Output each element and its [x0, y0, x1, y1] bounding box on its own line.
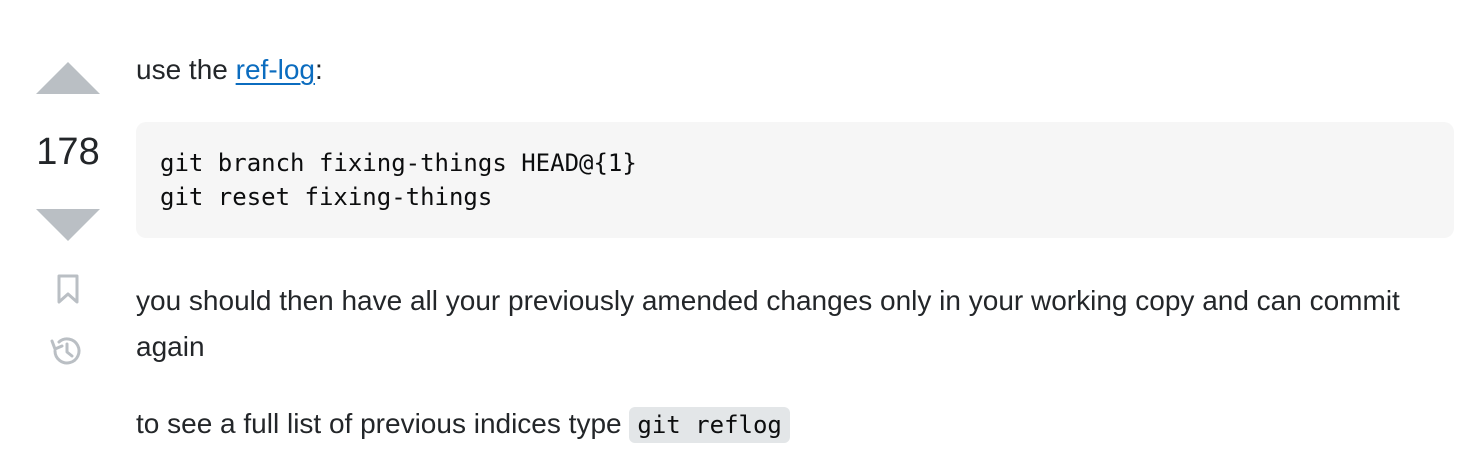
- code-line: git branch fixing-things HEAD@{1}: [160, 149, 637, 177]
- triangle-up-icon: [36, 62, 100, 94]
- indices-text: to see a full list of previous indices t…: [136, 408, 630, 439]
- paragraph-reflog: use the ref-log:: [136, 47, 323, 93]
- history-button[interactable]: [49, 334, 83, 368]
- upvote-button[interactable]: [36, 62, 100, 94]
- reflog-colon: :: [315, 54, 323, 85]
- history-icon: [50, 337, 81, 365]
- triangle-down-icon: [36, 209, 100, 241]
- reflog-text: use the: [136, 54, 236, 85]
- vote-count: 178: [36, 131, 100, 173]
- inline-code-reflog: git reflog: [629, 407, 790, 443]
- downvote-button[interactable]: [36, 209, 100, 241]
- bookmark-icon: [57, 274, 79, 304]
- vote-column: 178: [0, 0, 136, 472]
- ref-log-link[interactable]: ref-log: [236, 54, 315, 85]
- paragraph-working-copy: you should then have all your previously…: [136, 285, 1400, 362]
- paragraph-indices: to see a full list of previous indices t…: [136, 401, 790, 448]
- bookmark-button[interactable]: [56, 273, 80, 305]
- code-block: git branch fixing-things HEAD@{1} git re…: [136, 122, 1454, 238]
- code-line: git reset fixing-things: [160, 183, 493, 211]
